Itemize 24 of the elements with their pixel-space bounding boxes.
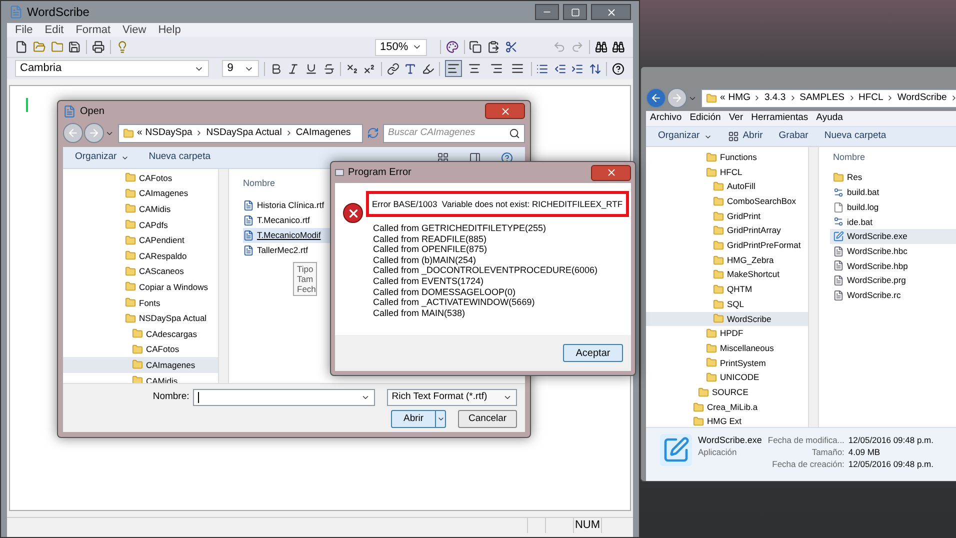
stack-trace-line: Called from _ACTIVATEWINDOW(5669) bbox=[373, 297, 536, 308]
dialog-title: Program Error bbox=[348, 166, 412, 180]
stack-trace-line: Called from (b)MAIN(254) bbox=[373, 254, 478, 266]
stack-trace-line: Called from DOMESSAGELOOP(0) bbox=[373, 286, 517, 298]
status-num: NUM bbox=[573, 518, 601, 533]
detail-value: 12/05/2016 09:48 p.m. bbox=[848, 458, 934, 470]
file-name: WordScribe.exe bbox=[698, 434, 762, 446]
stack-trace-line: Called from _DOCONTROLEVENTPROCEDURE(6006) bbox=[373, 265, 599, 276]
stack-trace-line: Called from EVENTS(1724) bbox=[373, 276, 485, 287]
stack-trace-line: Called from MAIN(538) bbox=[373, 308, 466, 318]
error-message: Error BASE/1003 Variable does not exist: RICHEDITFILEEX_RTF bbox=[366, 191, 629, 217]
detail-label: Fecha de creación: bbox=[771, 458, 844, 470]
window-title: WordScribe bbox=[27, 4, 90, 21]
dialog-title: Open bbox=[80, 104, 104, 118]
detail-value: 4.09 MB bbox=[848, 446, 882, 458]
stack-trace-line: Called from GETRICHEDITFILETYPE(255) bbox=[373, 223, 548, 234]
tooltip: Tipo Tam Fech bbox=[293, 262, 317, 296]
stack-trace-line: Called from OPENFILE(875) bbox=[373, 244, 488, 255]
detail-label: Fecha de modifica... bbox=[768, 434, 844, 446]
detail-label: Tamaño: bbox=[810, 446, 844, 458]
file-type: Aplicación bbox=[698, 446, 738, 458]
detail-value: 12/05/2016 09:48 p.m. bbox=[848, 434, 934, 446]
stack-trace-line: Called from READFILE(885) bbox=[373, 234, 488, 244]
field-label: Nombre: bbox=[152, 390, 190, 404]
